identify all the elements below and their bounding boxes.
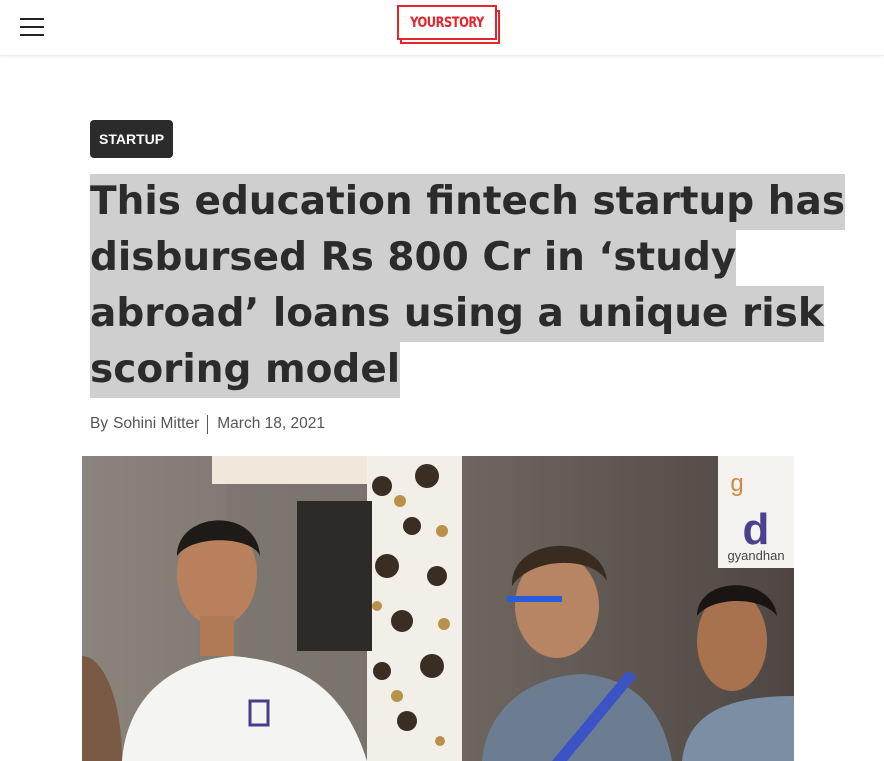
article-title-line: abroad’ loans using a unique risk — [90, 286, 824, 342]
byline-divider — [207, 414, 209, 434]
logo-text: YOURSTORY — [410, 14, 484, 31]
article-title-line: scoring model — [90, 342, 401, 398]
author-link[interactable]: Sohini Mitter — [113, 415, 199, 433]
svg-text:d: d — [743, 505, 770, 554]
category-badge[interactable]: STARTUP — [90, 120, 174, 158]
publish-date: March 18, 2021 — [217, 415, 325, 432]
site-header: YOURSTORY — [0, 0, 884, 56]
hamburger-menu-icon[interactable] — [20, 18, 44, 36]
article-title-line: disbursed Rs 800 Cr in ‘study — [90, 230, 737, 286]
article-title: This education fintech startup has disbu… — [90, 174, 846, 398]
hero-photo-illustration: d g — [82, 456, 794, 761]
byline-prefix: By — [90, 415, 109, 432]
svg-text:g: g — [730, 470, 743, 497]
hero-image: d g gyandhan — [82, 456, 794, 761]
gyandhan-logo: gyandhan — [727, 548, 785, 563]
yourstory-logo[interactable]: YOURSTORY — [397, 5, 501, 45]
byline: By Sohini Mitter March 18, 2021 — [90, 413, 325, 435]
article-title-line: This education fintech startup has — [90, 174, 846, 230]
